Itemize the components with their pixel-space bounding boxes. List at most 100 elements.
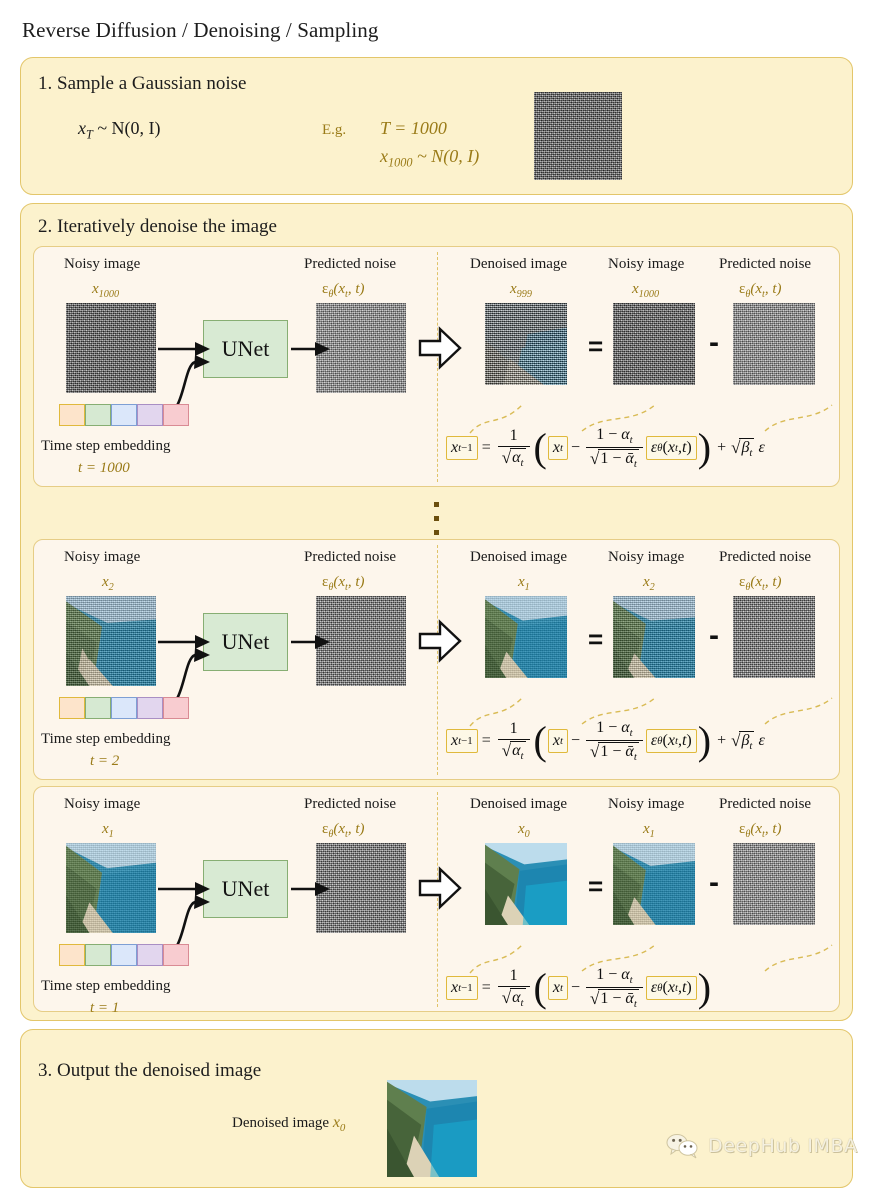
block1-embedding-label: Time step embedding xyxy=(41,438,171,454)
formula-ratio-den: √ 1 − ᾱt xyxy=(586,987,643,1010)
block2-minus: - xyxy=(709,619,719,652)
formula-xt: xt xyxy=(547,976,568,1001)
block2-denoised-image xyxy=(485,596,567,678)
block3-formula: x t−1 = 1 √ αt ( xt − 1 − αt √ 1 − ᾱt ε θ(x t… xyxy=(446,966,712,1010)
block3-t-value: t = 1 xyxy=(90,1000,120,1016)
block2-timestep-embedding xyxy=(59,697,189,719)
block3-right-noisy-label: Noisy image xyxy=(608,796,685,812)
block1-right-pred-symbol: εθ(xt, t) xyxy=(739,281,782,300)
watermark-text: DeepHub IMBA xyxy=(708,1135,858,1157)
block1-denoised-symbol-sub: 999 xyxy=(516,289,532,300)
embedding-cell xyxy=(137,944,163,966)
formula-ratio: 1 − αt √ 1 − ᾱt xyxy=(586,966,643,1010)
block1-denoised-symbol-base: x xyxy=(510,281,517,297)
block3-denoised-label: Denoised image xyxy=(470,796,568,812)
formula-minus: − xyxy=(571,732,581,750)
block1-denoised-image xyxy=(485,303,567,385)
formula-lhs: x t−1 xyxy=(446,436,478,461)
formula-lhs: x t−1 xyxy=(446,729,478,754)
step3-output-image xyxy=(387,1080,477,1177)
embedding-cell xyxy=(111,697,137,719)
formula-ratio-den: √ 1 − ᾱt xyxy=(586,447,643,470)
block3-embedding-label: Time step embedding xyxy=(41,978,171,994)
embedding-cell xyxy=(137,404,163,426)
formula-ratio: 1 − αt √ 1 − ᾱt xyxy=(586,426,643,470)
formula-coef-den: √ αt xyxy=(497,739,530,762)
step1-eg-line2-base: x xyxy=(380,146,388,166)
embedding-cell xyxy=(111,944,137,966)
step1-heading: 1. Sample a Gaussian noise xyxy=(38,73,247,94)
watermark: DeepHub IMBA xyxy=(666,1133,858,1159)
block3-denoised-image xyxy=(485,843,567,925)
block3-denoised-symbol-sub: 0 xyxy=(524,829,530,840)
formula-close-paren: ) xyxy=(697,424,712,470)
block1-t-value: t = 1000 xyxy=(78,460,130,476)
embedding-cell xyxy=(59,944,85,966)
step1-eg-line2: x1000 ~ N(0, I) xyxy=(380,146,479,171)
embedding-cell xyxy=(85,944,111,966)
step1-noise-tile xyxy=(534,92,622,180)
formula-xt: xt xyxy=(547,729,568,754)
step2-heading: 2. Iteratively denoise the image xyxy=(38,216,277,237)
formula-minus: − xyxy=(571,439,581,457)
block2-flow-arrow xyxy=(418,619,462,663)
wechat-icon xyxy=(666,1134,698,1159)
formula-equals: = xyxy=(481,732,491,750)
formula-eps-term: ε θ(x t, t) xyxy=(645,729,697,754)
step1-eg-line2-sub: 1000 xyxy=(388,155,413,170)
block3-right-pred-label: Predicted noise xyxy=(719,796,812,812)
block3-right-noisy-image xyxy=(613,843,695,925)
formula-coefficient: 1 √ αt xyxy=(497,967,530,1009)
block3-equals: = xyxy=(588,871,604,901)
block2-right-pred-symbol: εθ(xt, t) xyxy=(739,574,782,593)
block3-denoised-symbol-base: x xyxy=(518,821,525,837)
formula-xt: xt xyxy=(547,436,568,461)
step1-eg-line2-rest: ~ N(0, I) xyxy=(416,146,480,166)
embedding-cell xyxy=(85,697,111,719)
block3-right-noisy-base: x xyxy=(643,821,650,837)
formula-noise-term: √ βt xyxy=(731,730,755,752)
formula-open-paren: ( xyxy=(533,717,547,763)
block1-timestep-embedding xyxy=(59,404,189,426)
block2-right-pred-label: Predicted noise xyxy=(719,549,812,565)
step2-ellipsis xyxy=(434,502,439,544)
embedding-cell xyxy=(137,697,163,719)
step1-formula: xT ~ N(0, I) xyxy=(78,118,161,143)
block2-formula: x t−1 = 1 √ αt ( xt − 1 − αt √ 1 − ᾱt ε θ(x t… xyxy=(446,719,765,763)
block2-right-noisy-symbol: x2 xyxy=(643,574,655,593)
block1-right-noisy-image xyxy=(613,303,695,385)
formula-equals: = xyxy=(481,979,491,997)
block1-equals: = xyxy=(588,331,604,361)
embedding-cell xyxy=(85,404,111,426)
step3-heading: 3. Output the denoised image xyxy=(38,1060,262,1081)
embedding-cell xyxy=(59,404,85,426)
block2-right-pred-image xyxy=(733,596,815,678)
formula-noise-term: √ βt xyxy=(731,437,755,459)
formula-minus: − xyxy=(571,979,581,997)
embedding-cell xyxy=(111,404,137,426)
formula-open-paren: ( xyxy=(533,964,547,1010)
formula-coef-den: √ αt xyxy=(497,986,530,1009)
block1-denoised-symbol: x999 xyxy=(510,281,532,300)
formula-ratio: 1 − αt √ 1 − ᾱt xyxy=(586,719,643,763)
step1-formula-sub: T xyxy=(86,127,93,142)
block3-right-noisy-sub: 1 xyxy=(649,829,655,840)
formula-coef-num: 1 xyxy=(509,967,518,985)
block1-right-pred-image xyxy=(733,303,815,385)
block1-right-noisy-sub: 1000 xyxy=(638,289,660,300)
formula-coef-num: 1 xyxy=(509,720,518,738)
formula-equals: = xyxy=(481,439,491,457)
block2-right-noisy-image xyxy=(613,596,695,678)
formula-epsilon: ε xyxy=(758,732,765,750)
block3-denoised-symbol: x0 xyxy=(518,821,530,840)
step3-caption-sym-base: x xyxy=(332,1114,340,1131)
formula-coef-den: √ αt xyxy=(497,446,530,469)
block3-timestep-embedding xyxy=(59,944,189,966)
step1-formula-base: x xyxy=(78,118,86,138)
step1-eg-label: E.g. xyxy=(322,122,347,138)
step1-formula-rest: ~ N(0, I) xyxy=(97,118,161,138)
step3-caption: Denoised image x0 xyxy=(232,1114,345,1134)
block2-right-noisy-sub: 2 xyxy=(649,582,655,593)
block1-right-noisy-symbol: x1000 xyxy=(632,281,659,300)
block1-right-pred-label: Predicted noise xyxy=(719,256,812,272)
